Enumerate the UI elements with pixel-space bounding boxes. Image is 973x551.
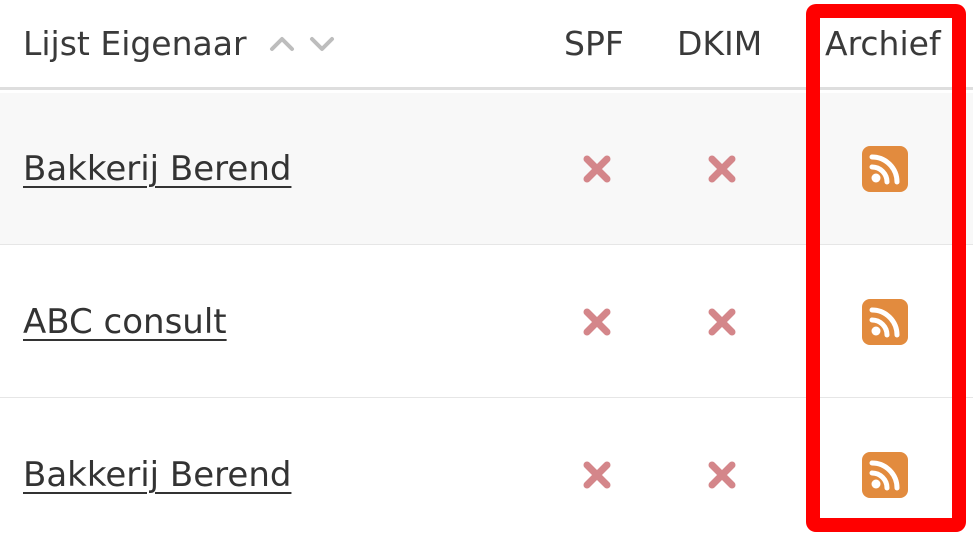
table-row: Bakkerij Berend [0, 399, 973, 541]
list-owner-link[interactable]: Bakkerij Berend [23, 93, 291, 245]
dkim-x-icon [707, 460, 737, 490]
rss-icon[interactable] [862, 299, 908, 345]
chevron-down-icon[interactable] [306, 28, 338, 60]
spf-x-icon [582, 307, 612, 337]
dkim-x-icon [707, 154, 737, 184]
column-header-dkim: DKIM [677, 24, 763, 63]
rss-icon[interactable] [862, 146, 908, 192]
column-header-spf: SPF [564, 24, 624, 63]
table-header: Lijst Eigenaar SPF DKIM Archief [0, 0, 973, 90]
list-owner-link[interactable]: Bakkerij Berend [23, 399, 291, 551]
column-header-archive: Archief [825, 24, 941, 63]
chevron-up-icon[interactable] [266, 28, 298, 60]
table-row: Bakkerij Berend [0, 93, 973, 245]
spf-x-icon [582, 460, 612, 490]
spf-x-icon [582, 154, 612, 184]
rss-icon[interactable] [862, 452, 908, 498]
table-row: ABC consult [0, 246, 973, 398]
dkim-x-icon [707, 307, 737, 337]
column-header-owner[interactable]: Lijst Eigenaar [23, 0, 247, 88]
list-owner-link[interactable]: ABC consult [23, 246, 227, 398]
